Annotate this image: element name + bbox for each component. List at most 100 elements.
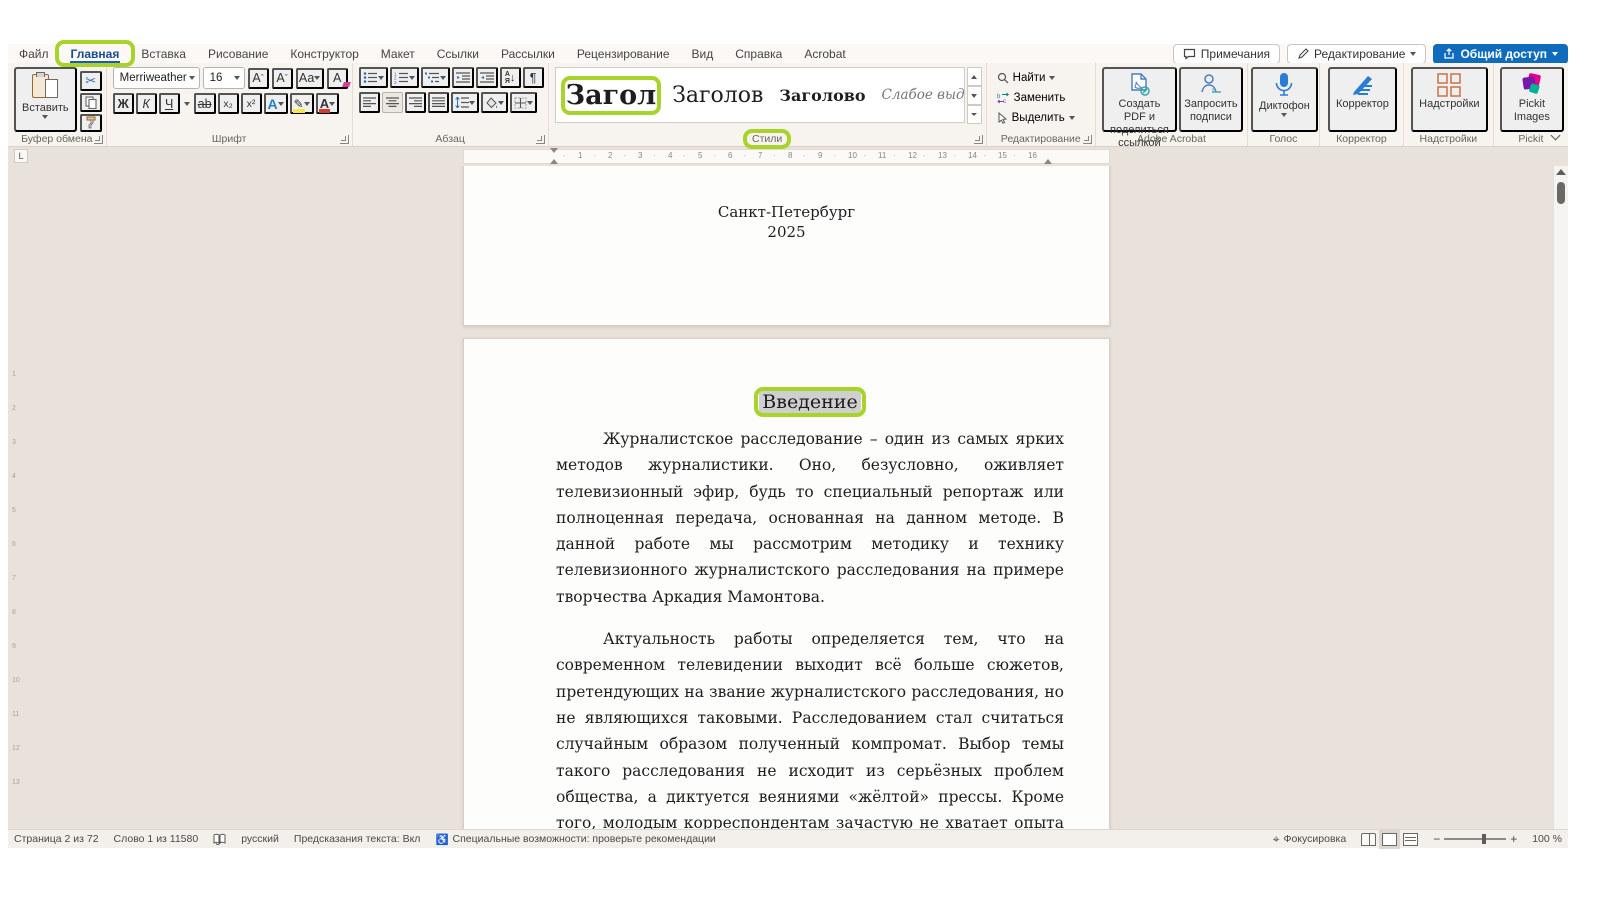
- show-marks-button[interactable]: ¶: [523, 67, 544, 88]
- create-pdf-button[interactable]: Создать PDF и поделиться ссылкой: [1102, 67, 1177, 132]
- gallery-expand-button[interactable]: [967, 105, 982, 124]
- shrink-font-button[interactable]: Аˇ: [272, 68, 293, 89]
- dialog-launcher-icon[interactable]: [536, 135, 545, 144]
- addins-button[interactable]: Надстройки: [1411, 67, 1487, 132]
- horizontal-ruler[interactable]: 1·2·3·4·5·6·7·8·9·10·11·12·13·14·15·16·: [463, 149, 1110, 164]
- editing-mode-button[interactable]: Редактирование: [1287, 44, 1426, 64]
- right-indent-marker[interactable]: [1044, 159, 1052, 164]
- replace-button[interactable]: bc Заменить: [993, 88, 1091, 107]
- document-page-1[interactable]: Санкт-Петербург 2025: [463, 166, 1110, 326]
- tab-10[interactable]: Справка: [724, 44, 793, 63]
- sort-button[interactable]: АЯ↓: [500, 67, 521, 88]
- tab-1[interactable]: Главная: [60, 44, 131, 63]
- tab-0[interactable]: Файл: [8, 44, 60, 63]
- dialog-launcher-icon[interactable]: [94, 135, 103, 144]
- dictate-button[interactable]: Диктофон: [1251, 67, 1318, 132]
- print-layout-icon[interactable]: [1382, 833, 1397, 846]
- highlight-color-button[interactable]: ✎: [290, 93, 314, 114]
- paste-button[interactable]: Вставить: [14, 67, 77, 132]
- status-text-predictions[interactable]: Предсказания текста: Вкл: [294, 833, 421, 845]
- tab-11[interactable]: Acrobat: [793, 44, 856, 63]
- tab-6[interactable]: Ссылки: [426, 44, 490, 63]
- shading-button[interactable]: [481, 92, 508, 113]
- zoom-in-button[interactable]: +: [1510, 832, 1517, 846]
- editor-button[interactable]: Корректор: [1328, 67, 1397, 132]
- scroll-up-icon[interactable]: [1556, 169, 1566, 175]
- document-paragraph-1[interactable]: Журналистское расследование – один из са…: [556, 426, 1064, 610]
- style-item-1[interactable]: Заголов: [672, 83, 763, 108]
- dialog-launcher-icon[interactable]: [974, 135, 983, 144]
- tab-9[interactable]: Вид: [681, 44, 725, 63]
- tab-3[interactable]: Рисование: [197, 44, 279, 63]
- tab-stop-selector[interactable]: L: [14, 149, 28, 163]
- gallery-scroll-up-button[interactable]: [967, 67, 982, 86]
- vertical-scrollbar[interactable]: [1553, 166, 1568, 829]
- strikethrough-button[interactable]: ab: [194, 93, 216, 114]
- multilevel-list-button[interactable]: [421, 67, 450, 88]
- tab-2[interactable]: Вставка: [130, 44, 197, 63]
- comments-button[interactable]: Примечания: [1173, 44, 1280, 64]
- grow-font-button[interactable]: Аˆ: [248, 68, 269, 89]
- text-effects-button[interactable]: А: [264, 93, 288, 114]
- find-button[interactable]: Найти: [993, 68, 1091, 87]
- style-item-3[interactable]: Слабое выде: [882, 87, 965, 103]
- align-right-button[interactable]: [405, 92, 426, 113]
- pickit-button[interactable]: Pickit Images: [1500, 67, 1564, 132]
- zoom-slider-thumb[interactable]: [1482, 834, 1486, 844]
- line-spacing-button[interactable]: [451, 92, 479, 113]
- justify-button[interactable]: [428, 92, 449, 113]
- zoom-level[interactable]: 100 %: [1532, 833, 1562, 845]
- status-word-count[interactable]: Слово 1 из 11580: [114, 833, 199, 845]
- increase-indent-button[interactable]: [476, 67, 498, 88]
- font-size-combobox[interactable]: 16: [203, 67, 245, 89]
- dialog-launcher-icon[interactable]: [340, 135, 349, 144]
- status-accessibility[interactable]: ♿ Специальные возможности: проверьте рек…: [435, 833, 715, 846]
- document-heading[interactable]: Введение: [759, 391, 860, 413]
- document-paragraph-2[interactable]: Актуальность работы определяется тем, чт…: [556, 626, 1064, 829]
- font-color-button[interactable]: А: [316, 93, 339, 114]
- left-indent-marker[interactable]: [550, 159, 558, 164]
- tab-4[interactable]: Конструктор: [279, 44, 369, 63]
- share-button[interactable]: Общий доступ: [1433, 44, 1568, 64]
- request-signatures-button[interactable]: x Запросить подписи: [1179, 67, 1243, 132]
- bullets-button[interactable]: [359, 67, 388, 88]
- numbering-button[interactable]: 123: [390, 67, 419, 88]
- document-area[interactable]: 12345678910111213 Санкт-Петербург 2025 В…: [8, 166, 1568, 829]
- status-page-indicator[interactable]: Страница 2 из 72: [14, 833, 99, 845]
- scrollbar-thumb[interactable]: [1557, 182, 1565, 204]
- tab-5[interactable]: Макет: [370, 44, 426, 63]
- underline-button[interactable]: Ч: [159, 93, 180, 114]
- format-painter-button[interactable]: [80, 114, 102, 133]
- gallery-scroll-down-button[interactable]: [967, 86, 982, 105]
- focus-mode-button[interactable]: ⌖ Фокусировка: [1273, 832, 1346, 847]
- chevron-down-icon[interactable]: [184, 102, 190, 106]
- italic-button[interactable]: К: [136, 93, 157, 114]
- decrease-indent-button[interactable]: [452, 67, 474, 88]
- borders-button[interactable]: [510, 92, 537, 113]
- align-left-button[interactable]: [359, 92, 380, 113]
- dialog-launcher-icon[interactable]: [1083, 135, 1092, 144]
- collapse-ribbon-button[interactable]: [1546, 128, 1564, 142]
- copy-button[interactable]: [80, 93, 102, 112]
- subscript-button[interactable]: x₂: [218, 93, 239, 114]
- web-layout-icon[interactable]: [1403, 833, 1418, 846]
- align-center-button[interactable]: [382, 92, 403, 113]
- document-page-2[interactable]: Введение Журналистское расследование – о…: [463, 338, 1110, 829]
- tab-8[interactable]: Рецензирование: [566, 44, 681, 63]
- cut-button[interactable]: ✂: [80, 71, 102, 91]
- read-mode-icon[interactable]: [1361, 833, 1376, 846]
- zoom-slider[interactable]: [1444, 838, 1506, 840]
- zoom-out-button[interactable]: −: [1433, 832, 1440, 846]
- font-name-combobox[interactable]: Merriweather: [113, 67, 200, 89]
- first-line-indent-marker[interactable]: [550, 148, 558, 153]
- style-item-0[interactable]: Загол: [566, 80, 657, 111]
- tab-7[interactable]: Рассылки: [490, 44, 566, 63]
- clear-formatting-button[interactable]: А: [327, 68, 348, 89]
- bold-button[interactable]: Ж: [113, 93, 134, 114]
- proofing-icon[interactable]: [213, 833, 226, 845]
- change-case-button[interactable]: Аа: [296, 68, 324, 89]
- superscript-button[interactable]: x²: [241, 93, 262, 114]
- select-button[interactable]: Выделить: [993, 108, 1091, 127]
- status-language[interactable]: русский: [241, 833, 279, 845]
- style-item-2[interactable]: Заголово: [779, 86, 865, 105]
